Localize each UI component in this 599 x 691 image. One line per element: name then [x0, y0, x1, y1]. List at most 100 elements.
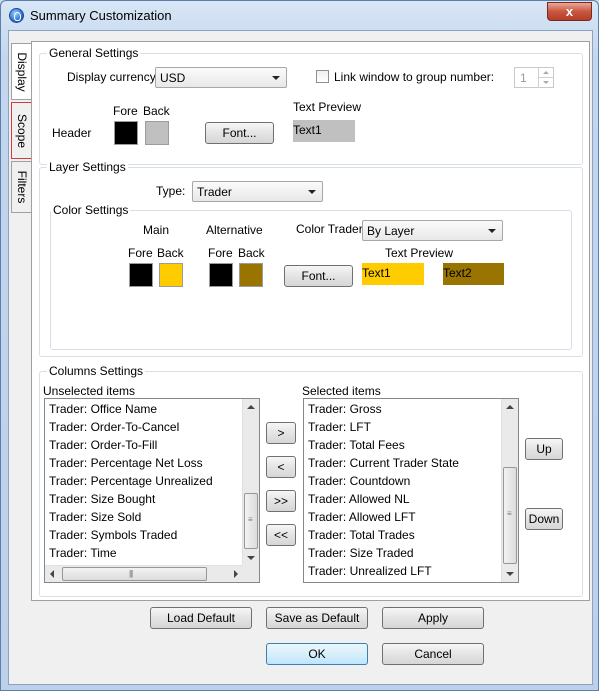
header-label: Header [52, 126, 92, 140]
scroll-up-arrow-icon[interactable] [502, 399, 518, 415]
general-back-label: Back [143, 104, 170, 118]
list-item[interactable]: Trader: Allowed LFT [304, 508, 518, 526]
summary-customization-dialog: Summary Customization x Display Scope Fi… [0, 0, 599, 691]
load-default-button[interactable]: Load Default [150, 607, 252, 629]
move-left-button[interactable]: < [266, 456, 296, 478]
list-item[interactable]: Trader: Time [45, 544, 259, 562]
columns-settings-group: Columns Settings Unselected items Select… [39, 364, 583, 597]
tab-display[interactable]: Display [11, 43, 32, 100]
alt-fore-swatch[interactable] [209, 263, 233, 287]
general-settings-legend: General Settings [47, 46, 141, 60]
grip-icon: ≡ [248, 515, 253, 524]
layer-settings-legend: Layer Settings [47, 160, 128, 174]
list-item[interactable]: Trader: LFT [304, 418, 518, 436]
alternative-label: Alternative [206, 223, 263, 237]
up-button[interactable]: Up [525, 438, 563, 460]
save-as-default-button[interactable]: Save as Default [266, 607, 368, 629]
general-fore-label: Fore [113, 104, 138, 118]
display-currency-select[interactable]: USD [155, 67, 287, 88]
list-item[interactable]: Trader: Total Fees [304, 436, 518, 454]
spinner-down-icon[interactable] [538, 78, 553, 88]
unselected-vertical-scrollbar[interactable]: ≡ [242, 399, 259, 566]
spinner-up-icon[interactable] [538, 68, 553, 78]
list-item[interactable]: Trader: Allowed NL [304, 490, 518, 508]
close-button[interactable]: x [547, 2, 592, 21]
move-all-left-button[interactable]: << [266, 524, 296, 546]
general-settings-group: General Settings Display currency: USD L… [39, 46, 583, 165]
tab-display-label: Display [15, 51, 29, 92]
unselected-horizontal-scrollbar[interactable]: ||| [45, 565, 243, 582]
type-label: Type: [156, 184, 186, 198]
apply-button[interactable]: Apply [382, 607, 484, 629]
general-text-preview-label: Text Preview [293, 100, 362, 114]
selected-items-container: Trader: Gross Trader: LFT Trader: Total Fe… [304, 399, 518, 580]
chevron-down-icon [308, 190, 316, 194]
app-icon [9, 8, 24, 23]
list-item[interactable]: Trader: Order-To-Cancel [45, 418, 259, 436]
group-number-value: 1 [520, 71, 527, 85]
window-title: Summary Customization [30, 8, 172, 23]
scroll-left-arrow-icon[interactable] [45, 566, 61, 582]
list-item[interactable]: Trader: Unrealized LFT [304, 562, 518, 580]
text1-preview: Text1 [362, 263, 424, 285]
selected-vertical-scrollbar[interactable]: ≡ [501, 399, 518, 582]
main-label: Main [143, 223, 170, 237]
main-back-swatch[interactable] [159, 263, 183, 287]
grip-icon: ||| [129, 569, 133, 578]
layer-font-button[interactable]: Font... [284, 265, 353, 287]
selected-items-label: Selected items [302, 384, 381, 398]
unselected-items-container: Trader: Office Name Trader: Order-To-Canc… [45, 399, 259, 562]
list-item[interactable]: Trader: Symbols Traded [45, 526, 259, 544]
text2-preview: Text2 [443, 263, 504, 285]
cancel-button[interactable]: Cancel [382, 643, 484, 665]
link-window-checkbox[interactable] [316, 70, 329, 83]
scroll-down-arrow-icon[interactable] [502, 566, 518, 582]
list-item[interactable]: Trader: Order-To-Fill [45, 436, 259, 454]
display-currency-value: USD [160, 71, 186, 85]
scroll-thumb[interactable]: ≡ [244, 493, 258, 549]
alt-fore-label: Fore [208, 246, 233, 260]
unselected-items-list[interactable]: Trader: Office Name Trader: Order-To-Canc… [44, 398, 260, 583]
horizontal-scroll-thumb[interactable]: ||| [62, 567, 207, 581]
scroll-right-arrow-icon[interactable] [227, 566, 243, 582]
link-window-label: Link window to group number: [334, 70, 495, 84]
move-all-right-button[interactable]: >> [266, 490, 296, 512]
list-item[interactable]: Trader: Total Trades [304, 526, 518, 544]
scroll-up-arrow-icon[interactable] [243, 399, 259, 415]
down-button[interactable]: Down [525, 508, 563, 530]
main-fore-label: Fore [128, 246, 153, 260]
display-currency-label: Display currency: [67, 70, 160, 84]
tab-filters-label: Filters [15, 170, 29, 204]
alt-back-swatch[interactable] [239, 263, 263, 287]
scroll-down-arrow-icon[interactable] [243, 550, 259, 566]
list-item[interactable]: Trader: Countdown [304, 472, 518, 490]
list-item[interactable]: Trader: Size Traded [304, 544, 518, 562]
color-trader-select[interactable]: By Layer [362, 220, 503, 241]
tab-filters[interactable]: Filters [11, 161, 32, 213]
list-item[interactable]: Trader: Office Name [45, 400, 259, 418]
list-item[interactable]: Trader: Current Trader State [304, 454, 518, 472]
scroll-thumb[interactable]: ≡ [503, 467, 517, 564]
layer-settings-group: Layer Settings Type: Trader Color Settin… [39, 160, 583, 357]
grip-icon: ≡ [507, 509, 512, 518]
ok-button[interactable]: OK [266, 643, 368, 665]
main-fore-swatch[interactable] [129, 263, 153, 287]
selected-items-list[interactable]: Trader: Gross Trader: LFT Trader: Total Fe… [303, 398, 519, 583]
header-back-swatch[interactable] [145, 121, 169, 145]
header-fore-swatch[interactable] [114, 121, 138, 145]
dialog-client-area: Display Scope Filters General Settings D… [8, 30, 593, 685]
move-right-button[interactable]: > [266, 422, 296, 444]
list-item[interactable]: Trader: Size Bought [45, 490, 259, 508]
list-item[interactable]: Trader: Size Sold [45, 508, 259, 526]
list-item[interactable]: Trader: Percentage Net Loss [45, 454, 259, 472]
title-bar[interactable]: Summary Customization x [1, 1, 598, 29]
tab-scope[interactable]: Scope [11, 102, 32, 159]
list-item[interactable]: Trader: Gross [304, 400, 518, 418]
general-font-button[interactable]: Font... [205, 122, 274, 144]
display-tab-page: General Settings Display currency: USD L… [31, 41, 590, 601]
type-select[interactable]: Trader [192, 181, 323, 202]
group-number-spinner[interactable]: 1 [514, 67, 554, 88]
list-item[interactable]: Trader: Percentage Unrealized [45, 472, 259, 490]
unselected-items-label: Unselected items [43, 384, 136, 398]
chevron-down-icon [272, 76, 280, 80]
